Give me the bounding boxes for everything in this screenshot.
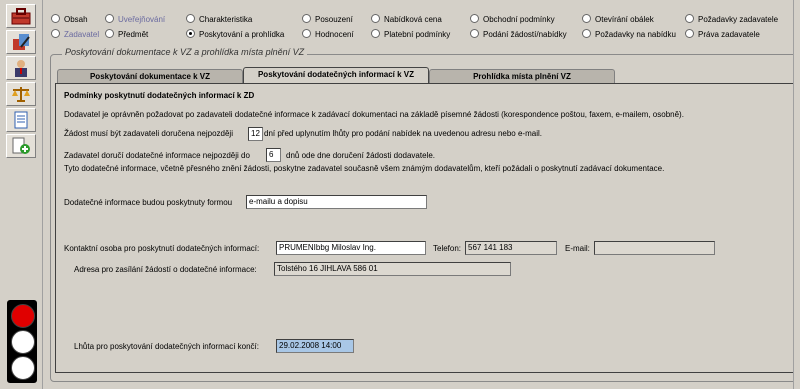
tab-prohlidka-mista-plneni[interactable]: Prohlídka místa plnění VZ [429,69,615,84]
radio-otevirani-obalek[interactable]: Otevírání obálek [582,14,654,27]
phone-label: Telefon: [433,244,462,253]
radio-hodnoceni[interactable]: Hodnocení [302,29,354,42]
traffic-light-bottom [11,356,35,380]
radio-dot [685,29,694,39]
radio-charakteristika[interactable]: Charakteristika [186,14,252,27]
radio-dot [51,14,60,24]
reply-days-input[interactable]: 6 [266,148,281,162]
request-deadline-suffix: dní před uplynutím lhůty pro podání nabí… [264,129,542,138]
traffic-light [7,300,37,383]
tab-poskytovani-dokumentace[interactable]: Poskytování dokumentace k VZ [57,69,243,84]
email-label: E-mail: [565,244,590,253]
contact-input[interactable]: PRUMENIbbg Miloslav Ing. [276,241,426,255]
scales-button[interactable] [6,82,36,106]
radio-obchodni-podminky[interactable]: Obchodní podmínky [470,14,555,27]
toolbox-icon [11,8,31,25]
address-input[interactable]: Tolstého 16 JIHLAVA 586 01 [274,262,511,276]
radio-zadavatel[interactable]: Zadavatel [51,29,99,42]
deadline-input[interactable]: 29.02.2008 14:00 [276,339,354,353]
add-document-button[interactable] [6,134,36,158]
form-label: Dodatečné informace budou poskytnuty for… [64,198,233,207]
radio-dot [302,29,311,39]
edit-document-button[interactable] [6,30,36,54]
toolbox-button[interactable] [6,4,36,28]
radio-dot [302,14,311,24]
traffic-light-red [11,304,35,328]
radio-dot [105,14,114,24]
left-toolbar [0,0,43,389]
radio-uverejnovani[interactable]: Uveřejňování [105,14,165,27]
edit-icon [13,34,30,50]
radio-prava-zadavatele[interactable]: Práva zadavatele [685,29,760,42]
person-icon [15,60,27,77]
email-input[interactable] [594,241,715,255]
radio-obsah[interactable]: Obsah [51,14,88,27]
radio-pozadavky-zadavatele[interactable]: Požadavky zadavatele [685,14,778,27]
traffic-light-middle [11,330,35,354]
radio-poskytovani-a-prohlidka[interactable]: Poskytování a prohlídka [186,29,284,42]
document-icon [14,111,28,129]
radio-posouzeni[interactable]: Posouzení [302,14,353,27]
person-button[interactable] [6,56,36,80]
deadline-label: Lhůta pro poskytování dodatečných inform… [74,342,259,351]
group-title: Poskytování dokumentace k VZ a prohlídka… [62,47,308,57]
radio-podani-zadosti-nabidky[interactable]: Podání žádostí/nabídky [470,29,567,42]
radio-dot [371,14,380,24]
radio-dot [470,29,479,39]
phone-input[interactable]: 567 141 183 [465,241,557,255]
radio-dot [51,29,60,39]
add-document-icon [12,137,30,154]
radio-dot [371,29,380,39]
radio-nabidkova-cena[interactable]: Nabídková cena [371,14,442,27]
radio-pozadavky-na-nabidku[interactable]: Požadavky na nabídku [582,29,676,42]
panel-heading: Podmínky poskytnutí dodatečných informac… [64,91,255,100]
info-line-4: Tyto dodatečné informace, včetně přesnéh… [64,164,665,173]
info-line-1: Dodavatel je oprávněn požadovat po zadav… [64,110,684,119]
radio-dot [685,14,694,24]
form-input[interactable]: e-mailu a dopisu [246,195,427,209]
radio-dot-selected [186,29,195,39]
radio-dot [582,14,591,24]
request-days-input[interactable]: 12 [248,127,263,141]
radio-platebni-podminky[interactable]: Platební podmínky [371,29,450,42]
radio-dot [582,29,591,39]
radio-predmet[interactable]: Předmět [105,29,148,42]
reply-deadline-label: Zadavatel doručí dodatečné informace nej… [64,151,250,160]
address-label: Adresa pro zasílání žádostí o dodatečné … [74,265,257,274]
tab-panel [55,83,795,373]
radio-dot [105,29,114,39]
radio-dot [186,14,195,24]
reply-deadline-suffix: dnů ode dne doručení žádosti dodavatele. [286,151,436,160]
document-list-button[interactable] [6,108,36,132]
radio-dot [470,14,479,24]
vertical-scrollbar[interactable] [793,0,800,389]
contact-label: Kontaktní osoba pro poskytnutí dodatečný… [64,244,260,253]
request-deadline-label: Žádost musí být zadavateli doručena nejp… [64,129,233,138]
scales-icon [12,87,30,102]
